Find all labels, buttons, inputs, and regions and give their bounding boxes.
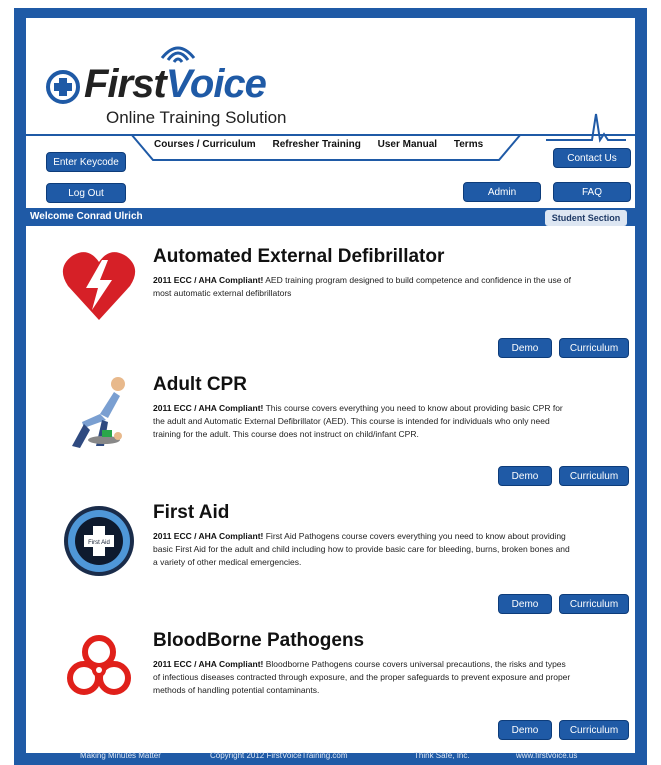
course-adult-cpr: Adult CPR 2011 ECC / AHA Compliant! This…	[46, 374, 629, 494]
brand-voice: Voice	[165, 62, 267, 106]
course-description: 2011 ECC / AHA Compliant! This course co…	[153, 402, 573, 441]
course-title: First Aid	[153, 502, 230, 523]
admin-button[interactable]: Admin	[463, 182, 541, 202]
curriculum-button[interactable]: Curriculum	[559, 338, 629, 358]
footer-company[interactable]: Think Safe, Inc.	[414, 751, 470, 760]
badge-text: First Aid	[88, 540, 110, 546]
curriculum-button[interactable]: Curriculum	[559, 466, 629, 486]
course-first-aid: First Aid First Aid 2011 ECC / AHA Compl…	[46, 502, 629, 622]
compliance-label: 2011 ECC / AHA Compliant!	[153, 531, 264, 541]
enter-keycode-button[interactable]: Enter Keycode	[46, 152, 126, 172]
medical-cross-icon	[46, 70, 80, 104]
heartbeat-pulse-icon	[546, 113, 626, 143]
demo-button[interactable]: Demo	[498, 594, 552, 614]
course-title: Automated External Defibrillator	[153, 246, 445, 267]
footer: Making Minutes Matter Copyright 2012 Fir…	[14, 747, 647, 765]
course-description: 2011 ECC / AHA Compliant! First Aid Path…	[153, 530, 573, 569]
welcome-text: Welcome Conrad Ulrich	[30, 211, 143, 222]
tagline: Online Training Solution	[106, 108, 287, 127]
curriculum-button[interactable]: Curriculum	[559, 720, 629, 740]
compliance-label: 2011 ECC / AHA Compliant!	[153, 659, 264, 669]
first-aid-badge-icon: First Aid	[64, 506, 134, 576]
contact-us-button[interactable]: Contact Us	[553, 148, 631, 168]
course-description: 2011 ECC / AHA Compliant! AED training p…	[153, 274, 573, 300]
content-panel: FirstVoice Online Training Solution Cour…	[26, 18, 635, 753]
logout-button[interactable]: Log Out	[46, 183, 126, 203]
page-frame: FirstVoice Online Training Solution Cour…	[14, 8, 647, 765]
nav-terms[interactable]: Terms	[454, 139, 483, 150]
heart-defibrillator-icon	[62, 252, 136, 320]
course-title: BloodBorne Pathogens	[153, 630, 365, 651]
compliance-label: 2011 ECC / AHA Compliant!	[153, 275, 264, 285]
course-aed: Automated External Defibrillator 2011 EC…	[46, 246, 629, 366]
course-title: Adult CPR	[153, 374, 247, 395]
biohazard-icon	[67, 635, 131, 695]
nav-user-manual[interactable]: User Manual	[378, 139, 437, 150]
student-section-button[interactable]: Student Section	[545, 210, 627, 226]
footer-copyright: Copyright 2012 FirstVoiceTraining.com	[210, 751, 348, 760]
main-nav: Courses / Curriculum Refresher Training …	[154, 139, 497, 150]
curriculum-button[interactable]: Curriculum	[559, 594, 629, 614]
brand-first: First	[84, 62, 167, 106]
demo-button[interactable]: Demo	[498, 720, 552, 740]
compliance-label: 2011 ECC / AHA Compliant!	[153, 403, 264, 413]
demo-button[interactable]: Demo	[498, 338, 552, 358]
footer-website-link[interactable]: www.firstvoice.us	[516, 751, 577, 760]
nav-refresher[interactable]: Refresher Training	[272, 139, 360, 150]
faq-button[interactable]: FAQ	[553, 182, 631, 202]
demo-button[interactable]: Demo	[498, 466, 552, 486]
footer-slogan: Making Minutes Matter	[80, 751, 161, 760]
course-bloodborne-pathogens: BloodBorne Pathogens 2011 ECC / AHA Comp…	[46, 630, 629, 750]
brand-wordmark: FirstVoice	[84, 62, 267, 107]
nav-courses[interactable]: Courses / Curriculum	[154, 139, 256, 150]
course-description: 2011 ECC / AHA Compliant! Bloodborne Pat…	[153, 658, 573, 697]
cpr-person-icon	[72, 377, 125, 448]
welcome-bar: Welcome Conrad Ulrich	[26, 208, 635, 226]
